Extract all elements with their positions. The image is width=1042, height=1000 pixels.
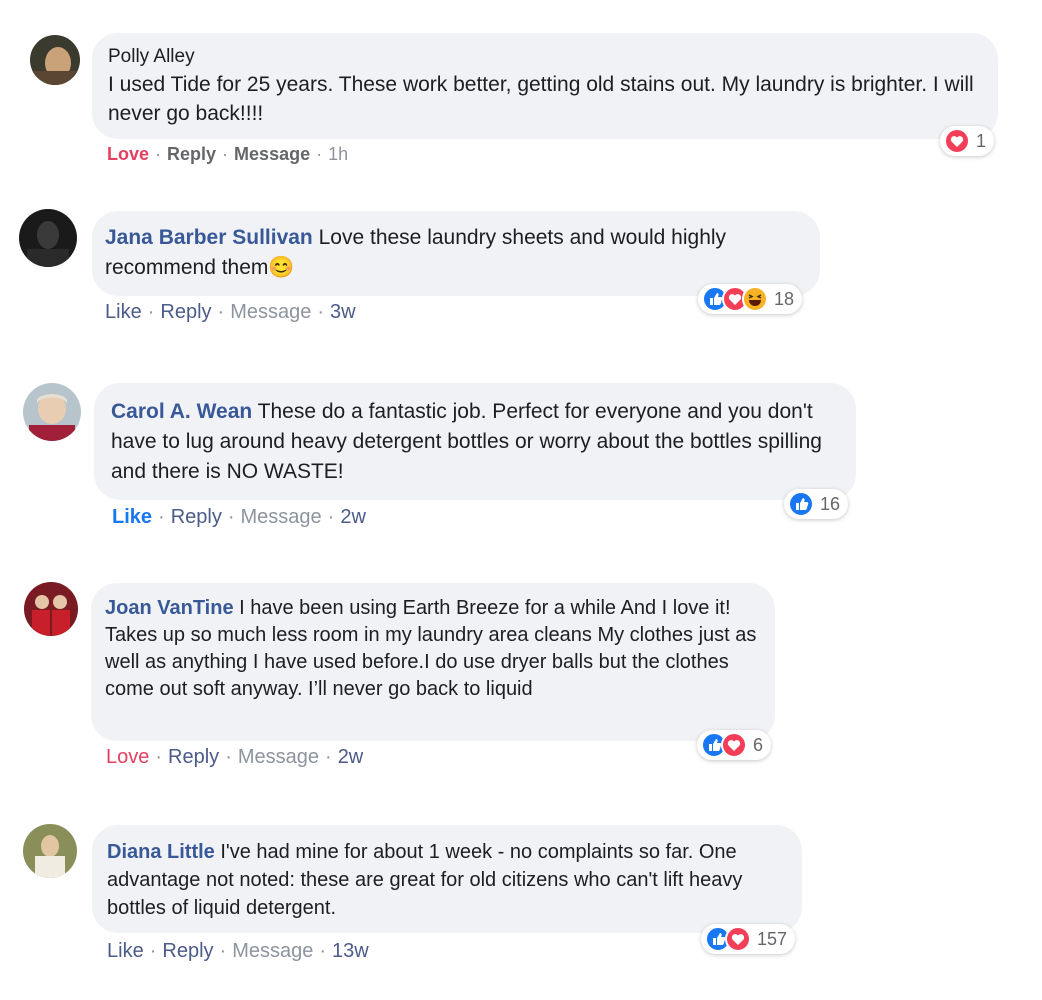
like-button[interactable]: Like bbox=[105, 301, 142, 323]
love-button[interactable]: Love bbox=[107, 144, 149, 164]
comment-bubble: Polly Alley I used Tide for 25 years. Th… bbox=[92, 33, 998, 139]
reaction-summary[interactable]: 157 bbox=[701, 924, 796, 954]
heart-icon bbox=[725, 926, 751, 952]
timestamp[interactable]: 1h bbox=[328, 144, 348, 164]
comment-actions: Like · Reply · Message · 3w bbox=[105, 301, 356, 323]
commenter-name[interactable]: Jana Barber Sullivan bbox=[105, 226, 313, 249]
avatar[interactable] bbox=[19, 209, 77, 267]
comment-actions: Like · Reply · Message · 2w bbox=[112, 506, 366, 528]
reply-button[interactable]: Reply bbox=[167, 144, 216, 164]
message-button[interactable]: Message bbox=[234, 144, 310, 164]
timestamp[interactable]: 13w bbox=[332, 940, 369, 962]
reaction-summary[interactable]: 6 bbox=[697, 730, 772, 760]
timestamp[interactable]: 2w bbox=[340, 506, 366, 528]
avatar[interactable] bbox=[24, 582, 78, 636]
reaction-count: 6 bbox=[753, 734, 764, 755]
reply-button[interactable]: Reply bbox=[160, 301, 211, 323]
haha-icon bbox=[742, 286, 768, 312]
reaction-summary[interactable]: 16 bbox=[784, 489, 849, 519]
like-button[interactable]: Like bbox=[112, 506, 152, 528]
heart-icon bbox=[721, 732, 747, 758]
reply-button[interactable]: Reply bbox=[168, 746, 219, 768]
message-button[interactable]: Message bbox=[238, 746, 319, 768]
love-button[interactable]: Love bbox=[106, 746, 149, 768]
heart-icon bbox=[944, 128, 970, 154]
commenter-name[interactable]: Carol A. Wean bbox=[111, 400, 252, 423]
commenter-name[interactable]: Diana Little bbox=[107, 841, 215, 863]
comment-bubble: Carol A. Wean These do a fantastic job. … bbox=[94, 383, 856, 500]
message-button[interactable]: Message bbox=[241, 506, 322, 528]
timestamp[interactable]: 2w bbox=[338, 746, 364, 768]
reaction-count: 18 bbox=[774, 288, 795, 309]
comment-text: I used Tide for 25 years. These work bet… bbox=[108, 73, 974, 125]
comment-bubble: Diana Little I've had mine for about 1 w… bbox=[92, 825, 802, 933]
avatar[interactable] bbox=[23, 383, 81, 441]
message-button[interactable]: Message bbox=[230, 301, 311, 323]
commenter-name[interactable]: Polly Alley bbox=[108, 46, 980, 68]
avatar[interactable] bbox=[30, 35, 80, 85]
comment-bubble: Joan VanTine I have been using Earth Bre… bbox=[91, 583, 775, 741]
commenter-name[interactable]: Joan VanTine bbox=[105, 597, 234, 619]
reply-button[interactable]: Reply bbox=[171, 506, 222, 528]
comment-actions: Love · Reply · Message · 2w bbox=[106, 746, 364, 768]
reply-button[interactable]: Reply bbox=[162, 940, 213, 962]
comment-actions: Like · Reply · Message · 13w bbox=[107, 940, 369, 962]
like-button[interactable]: Like bbox=[107, 940, 144, 962]
reaction-summary[interactable]: 1 bbox=[940, 126, 995, 156]
reaction-count: 16 bbox=[820, 493, 841, 514]
comment-actions: Love · Reply · Message · 1h bbox=[107, 144, 349, 164]
reaction-count: 1 bbox=[976, 130, 987, 151]
timestamp[interactable]: 3w bbox=[330, 301, 356, 323]
avatar[interactable] bbox=[23, 824, 77, 878]
message-button[interactable]: Message bbox=[232, 940, 313, 962]
reaction-summary[interactable]: 18 bbox=[698, 284, 803, 314]
reaction-count: 157 bbox=[757, 928, 788, 949]
like-icon bbox=[788, 491, 814, 517]
